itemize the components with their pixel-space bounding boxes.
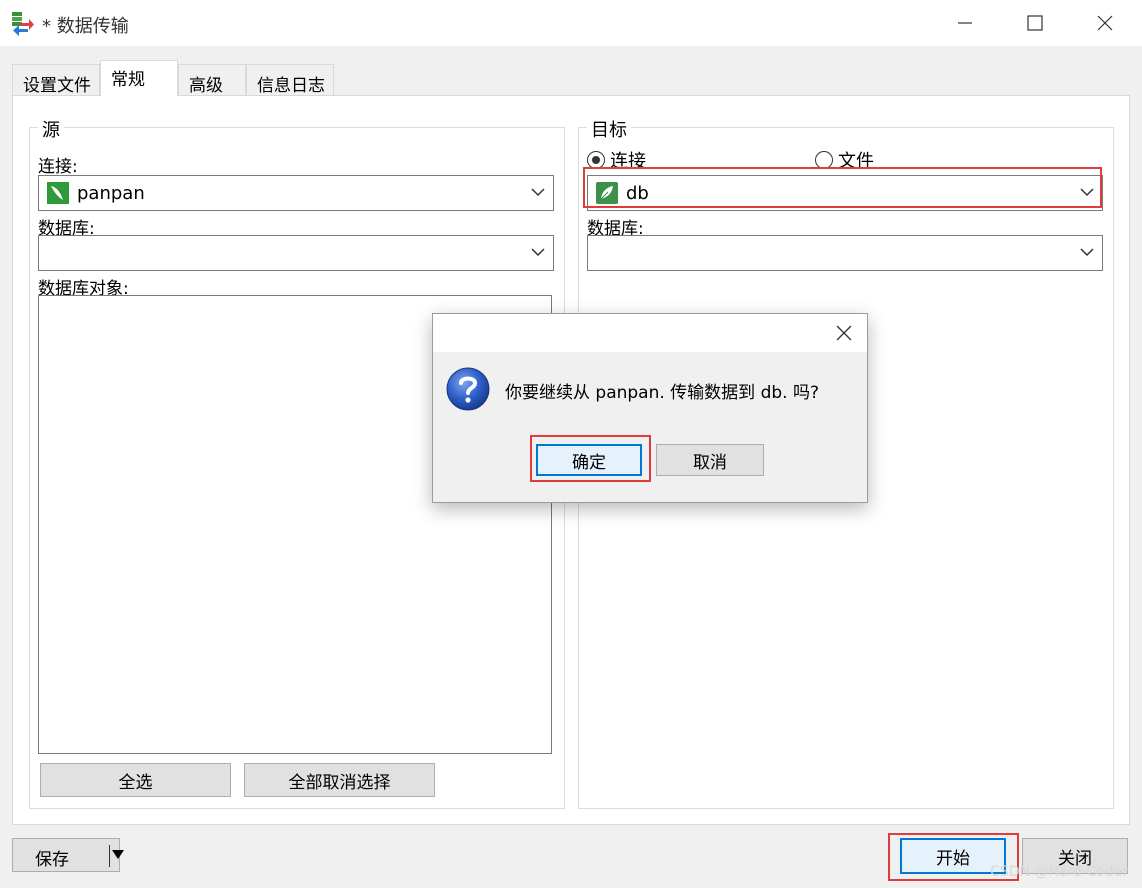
start-button-label: 开始 <box>936 848 970 869</box>
target-database-select[interactable] <box>587 235 1103 271</box>
chevron-down-icon <box>531 248 545 257</box>
minimize-button[interactable] <box>942 0 988 46</box>
chevron-down-icon <box>1080 188 1094 197</box>
tab-settings-file[interactable]: 设置文件 <box>12 64 100 96</box>
target-group-title: 目标 <box>587 116 631 142</box>
watermark: CSDN @Hard Coder <box>990 864 1128 880</box>
close-window-button[interactable] <box>1082 0 1128 46</box>
source-connection-label: 连接: <box>38 157 78 177</box>
question-icon <box>446 367 490 411</box>
target-connection-radio-label: 连接 <box>610 151 646 172</box>
tab-general[interactable]: 常规 <box>100 60 178 96</box>
target-file-radio[interactable]: 文件 <box>815 147 874 173</box>
source-database-select[interactable] <box>38 235 554 271</box>
mongodb-leaf-icon <box>596 182 618 204</box>
data-transfer-app-icon <box>12 12 34 36</box>
source-group-title: 源 <box>38 116 64 142</box>
select-all-button[interactable]: 全选 <box>40 763 231 797</box>
ok-button[interactable]: 确定 <box>536 444 642 476</box>
close-icon <box>836 325 852 341</box>
split-divider <box>109 845 110 867</box>
dialog-close-button[interactable] <box>821 310 867 356</box>
tab-info-log[interactable]: 信息日志 <box>246 64 334 96</box>
target-file-radio-label: 文件 <box>838 151 874 172</box>
dropdown-arrow-icon[interactable] <box>112 850 124 860</box>
tab-label: 常规 <box>111 70 145 90</box>
window-title: * 数据传输 <box>42 16 129 37</box>
tab-advanced[interactable]: 高级 <box>178 64 246 96</box>
tab-label: 设置文件 <box>23 76 91 96</box>
chevron-down-icon <box>1080 248 1094 257</box>
save-split-button[interactable]: 保存 <box>12 838 124 872</box>
source-connection-select[interactable]: panpan <box>38 175 554 211</box>
chevron-down-icon <box>531 188 545 197</box>
mysql-leaf-icon <box>47 182 69 204</box>
minimize-icon <box>958 22 972 24</box>
tab-label: 高级 <box>189 76 223 96</box>
dialog-message: 你要继续从 panpan. 传输数据到 db. 吗? <box>505 383 819 403</box>
dialog-title-bar <box>433 314 867 352</box>
confirm-dialog: 你要继续从 panpan. 传输数据到 db. 吗? 确定 取消 <box>432 313 868 503</box>
ok-button-label: 确定 <box>572 452 606 473</box>
cancel-button[interactable]: 取消 <box>656 444 764 476</box>
title-bar: * 数据传输 <box>0 0 1142 46</box>
radio-unselected-icon <box>815 151 833 169</box>
deselect-all-button[interactable]: 全部取消选择 <box>244 763 435 797</box>
target-connection-select[interactable]: db <box>587 175 1103 211</box>
deselect-all-label: 全部取消选择 <box>288 772 391 793</box>
close-icon <box>1097 15 1113 31</box>
save-button-label: 保存 <box>35 850 69 870</box>
maximize-icon <box>1027 15 1043 31</box>
select-all-label: 全选 <box>118 772 153 793</box>
maximize-button[interactable] <box>1012 0 1058 46</box>
tab-label: 信息日志 <box>257 76 325 96</box>
target-connection-value: db <box>626 182 649 204</box>
radio-selected-icon <box>587 151 605 169</box>
target-connection-radio[interactable]: 连接 <box>587 147 646 173</box>
source-connection-value: panpan <box>77 182 145 204</box>
cancel-button-label: 取消 <box>693 452 727 473</box>
